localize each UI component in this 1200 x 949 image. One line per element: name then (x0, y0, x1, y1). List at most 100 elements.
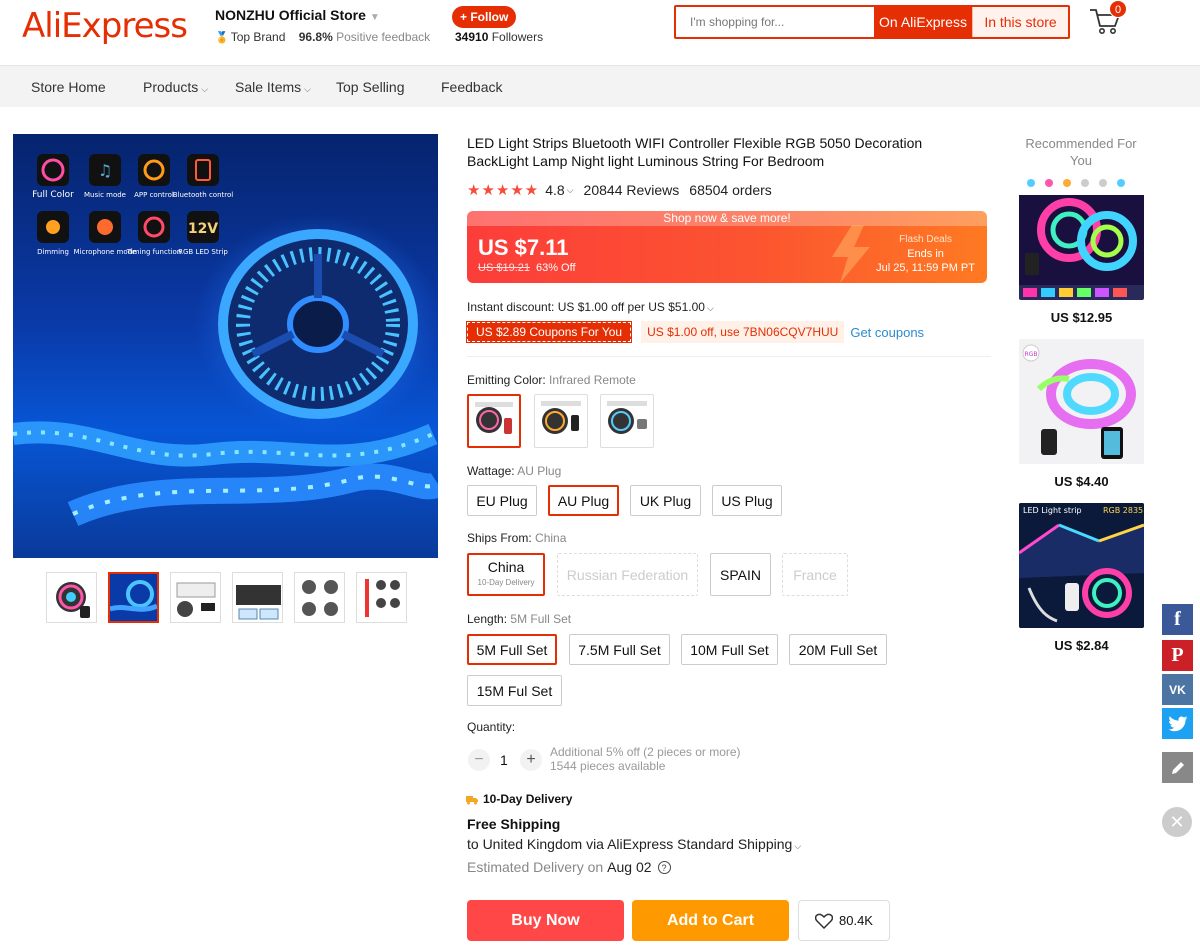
recommended-price[interactable]: US $2.84 (1019, 638, 1144, 653)
reviews-count[interactable]: 20844 Reviews (584, 182, 680, 198)
nav-label[interactable]: Feedback (441, 79, 502, 95)
length-value: 5M Full Set (510, 612, 572, 626)
search-in-store-button[interactable]: In this store (972, 7, 1068, 37)
price-banner: Shop now & save more! (467, 211, 987, 226)
original-price: US $19.21 (478, 262, 530, 274)
flash-deals: Flash Deals Ends in Jul 25, 11:59 PM PT (876, 233, 975, 275)
header: AliExpress NONZHU Official Store ▼ 🏅 Top B… (0, 0, 1200, 64)
facebook-icon[interactable]: f (1162, 604, 1193, 635)
coupon-row: US $2.89 Coupons For You US $1.00 off, u… (465, 321, 924, 343)
wishlist-button[interactable]: 80.4K (798, 900, 890, 941)
shipping-method-text[interactable]: to United Kingdom via AliExpress Standar… (467, 836, 792, 852)
thumbnail[interactable] (232, 572, 283, 623)
color-option-infrared-remote[interactable] (467, 394, 521, 448)
rating-row: ★★★★★ 4.8 ⌵ 20844 Reviews 68504 orders (467, 181, 772, 199)
ships-option-russia[interactable]: Russian Federation (557, 553, 698, 596)
help-icon[interactable]: ? (657, 860, 671, 874)
wattage-option-uk[interactable]: UK Plug (630, 485, 701, 516)
thumbnail[interactable] (294, 572, 345, 623)
orders-count: 68504 orders (689, 182, 772, 198)
follow-button[interactable]: + Follow (452, 6, 517, 28)
recommended-product-image[interactable]: LED Light strip RGB 2835 (1019, 503, 1144, 628)
top-brand-label: Top Brand (230, 30, 286, 44)
old-price-row: US $19.21 63% Off (478, 262, 576, 274)
store-nav: Store Home Products ⌵ Sale Items ⌵ Top Sel… (0, 65, 1200, 107)
thumbnail[interactable] (46, 572, 97, 623)
length-option-5m[interactable]: 5M Full Set (467, 634, 557, 665)
length-option-7-5m[interactable]: 7.5M Full Set (569, 634, 670, 665)
thumbnail[interactable] (108, 572, 159, 623)
rating-value[interactable]: 4.8 (545, 182, 564, 198)
get-coupons-link[interactable]: Get coupons (850, 325, 924, 340)
estimated-delivery-label: Estimated Delivery on (467, 859, 604, 875)
nav-label[interactable]: Store Home (31, 79, 106, 95)
product-main-image[interactable]: ♫ Full Color Music mode APP control Blue… (13, 134, 438, 558)
edit-icon[interactable] (1162, 752, 1193, 783)
chevron-down-icon[interactable]: ▼ (370, 12, 380, 23)
ships-option-label[interactable]: China (488, 559, 525, 575)
vk-icon[interactable]: VK (1162, 674, 1193, 705)
ships-option-france[interactable]: France (782, 553, 848, 596)
wattage-option-us[interactable]: US Plug (712, 485, 782, 516)
length-option-20m[interactable]: 20M Full Set (789, 634, 887, 665)
store-name[interactable]: NONZHU Official Store ▼ (215, 7, 380, 23)
aliexpress-logo[interactable]: AliExpress (22, 6, 188, 46)
nav-label[interactable]: Top Selling (336, 79, 405, 95)
color-option-wifi[interactable] (600, 394, 654, 448)
nav-products[interactable]: Products ⌵ (143, 79, 208, 95)
quantity-input[interactable]: 1 (500, 752, 508, 768)
buy-now-button[interactable]: Buy Now (467, 900, 624, 941)
length-label-text: Length: (467, 612, 508, 626)
store-meta: 🏅 Top Brand 96.8% Positive feedback (215, 30, 430, 44)
thumbnail[interactable] (356, 572, 407, 623)
nav-label[interactable]: Sale Items (235, 79, 301, 95)
gallery-feature-label: Bluetooth control (173, 191, 234, 199)
nav-sale-items[interactable]: Sale Items ⌵ (235, 79, 311, 95)
coupon-badge[interactable]: US $2.89 Coupons For You (465, 321, 633, 343)
nav-top-selling[interactable]: Top Selling (336, 79, 405, 95)
ships-option-china[interactable]: China 10-Day Delivery (467, 553, 545, 596)
ships-option-spain[interactable]: SPAIN (710, 553, 771, 596)
flash-ends-label: Ends in (907, 248, 944, 260)
recommended-product-image[interactable] (1019, 175, 1144, 300)
search-input[interactable] (676, 7, 874, 37)
wattage-option-eu[interactable]: EU Plug (467, 485, 537, 516)
wattage-label-text: Wattage: (467, 464, 515, 478)
truck-icon (466, 796, 478, 805)
rec-strip-label: LED Light strip (1023, 506, 1082, 515)
gallery-feature-label: Dimming (37, 248, 69, 256)
quantity-increase-button[interactable]: + (520, 749, 542, 771)
wattage-option-au[interactable]: AU Plug (548, 485, 619, 516)
recommended-product-image[interactable]: RGB (1019, 339, 1144, 464)
nav-store-home[interactable]: Store Home (31, 79, 106, 95)
length-option-15m[interactable]: 15M Ful Set (467, 675, 562, 706)
length-label: Length: 5M Full Set (467, 612, 571, 626)
followers-count: 34910 Followers (455, 30, 543, 44)
chevron-down-icon: ⌵ (304, 84, 311, 94)
instant-discount-text[interactable]: Instant discount: US $1.00 off per US $5… (467, 300, 705, 314)
thumbnail[interactable] (170, 572, 221, 623)
wishlist-count: 80.4K (839, 913, 873, 928)
close-icon[interactable]: ✕ (1162, 807, 1192, 837)
search-on-aliexpress-button[interactable]: On AliExpress (874, 7, 972, 37)
recommended-price[interactable]: US $12.95 (1019, 310, 1144, 325)
nav-label[interactable]: Products (143, 79, 198, 95)
length-option-10m[interactable]: 10M Full Set (681, 634, 778, 665)
ships-from-value: China (535, 531, 567, 545)
twitter-icon[interactable] (1162, 708, 1193, 739)
instant-discount[interactable]: Instant discount: US $1.00 off per US $5… (467, 300, 714, 314)
chevron-down-icon[interactable]: ⌵ (707, 303, 714, 313)
chevron-down-icon[interactable]: ⌵ (794, 841, 801, 851)
flash-end-date: Jul 25, 11:59 PM PT (876, 262, 975, 274)
shipping-method[interactable]: to United Kingdom via AliExpress Standar… (467, 836, 801, 852)
nav-feedback[interactable]: Feedback (441, 79, 502, 95)
quantity-decrease-button[interactable]: − (468, 749, 490, 771)
recommended-price[interactable]: US $4.40 (1019, 474, 1144, 489)
pinterest-icon[interactable]: P (1162, 640, 1193, 671)
store-name-text[interactable]: NONZHU Official Store (215, 7, 366, 23)
chevron-down-icon[interactable]: ⌵ (567, 185, 574, 196)
color-option-bluetooth[interactable] (534, 394, 588, 448)
gallery-feature-label: RGB LED Strip (178, 248, 228, 256)
free-shipping-label: Free Shipping (467, 816, 561, 832)
add-to-cart-button[interactable]: Add to Cart (632, 900, 789, 941)
